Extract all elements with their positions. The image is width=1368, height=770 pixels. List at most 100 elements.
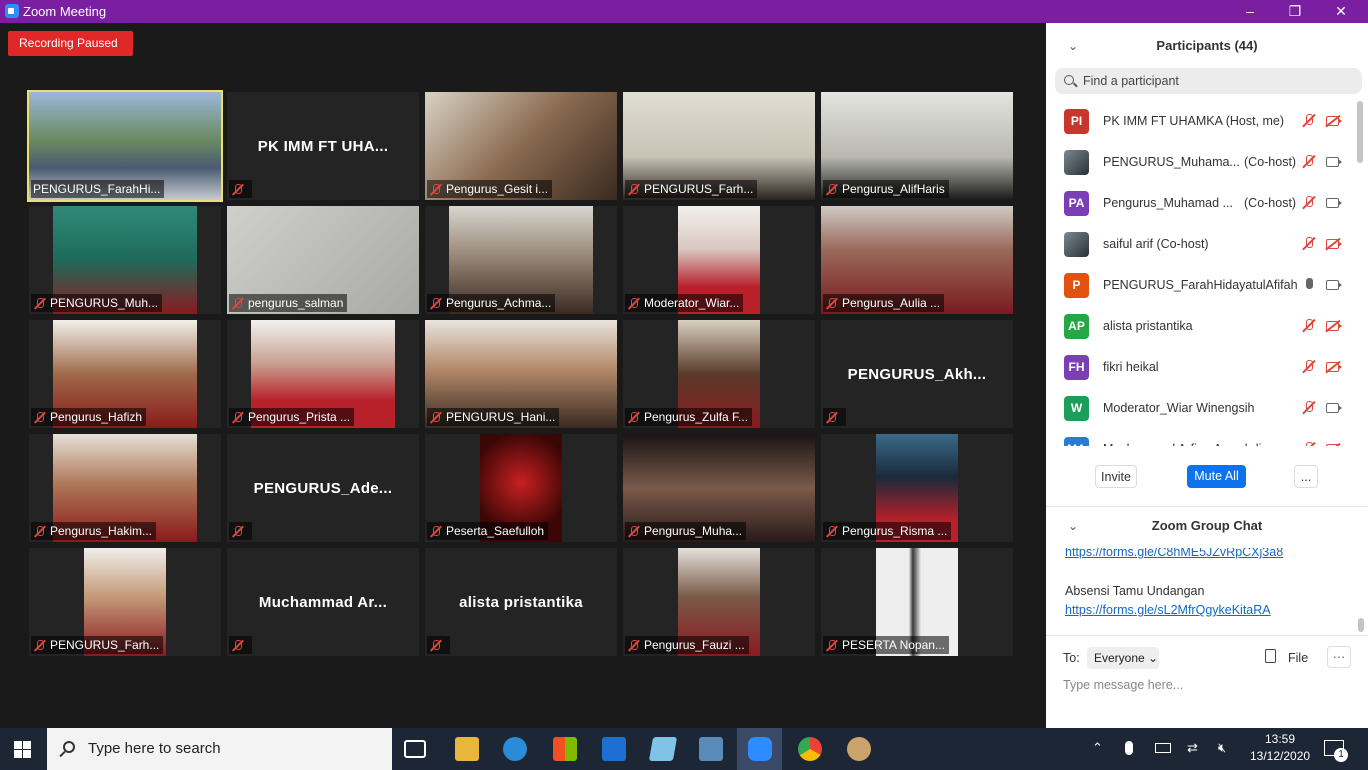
chevron-up-icon[interactable]: ⌃ <box>1092 740 1103 756</box>
participant-tile[interactable]: PENGURUS_Muh... <box>29 206 221 314</box>
muted-mic-icon[interactable] <box>1302 237 1316 252</box>
participant-tile[interactable]: Pengurus_Hakim... <box>29 434 221 542</box>
window-title: Zoom Meeting <box>23 4 107 19</box>
file-icon[interactable] <box>1265 649 1276 663</box>
chat-link[interactable]: https://forms.gle/C8hME5JZvRpCXj3a8 <box>1065 548 1283 559</box>
video-icon[interactable] <box>1326 280 1342 290</box>
paint-icon[interactable] <box>847 737 871 761</box>
participant-tile-label <box>823 408 846 426</box>
remote-desktop-icon[interactable] <box>699 737 723 761</box>
zoom-taskbar-button[interactable] <box>737 728 782 770</box>
microphone-icon[interactable] <box>1125 741 1133 755</box>
avatar: PA <box>1064 191 1089 216</box>
participant-tile[interactable]: Pengurus_Muha... <box>623 434 815 542</box>
network-icon[interactable]: ⇄ <box>1187 740 1198 756</box>
close-button[interactable]: ✕ <box>1318 0 1364 23</box>
participant-tile[interactable]: PENGURUS_Akh... <box>821 320 1013 428</box>
participant-tile[interactable]: Pengurus_Risma ... <box>821 434 1013 542</box>
volume-muted-icon[interactable]: 🔇︎ <box>1218 740 1226 756</box>
video-icon[interactable] <box>1326 403 1342 413</box>
participant-tile[interactable]: PENGURUS_Hani... <box>425 320 617 428</box>
taskbar-search-input[interactable]: Type here to search <box>47 728 392 770</box>
recipient-dropdown[interactable]: Everyone ⌄ <box>1087 647 1159 669</box>
video-off-icon[interactable] <box>1326 239 1342 249</box>
participant-row[interactable]: P PENGURUS_FarahHidayatulAfifah <box>1046 265 1358 306</box>
muted-mic-icon[interactable] <box>1302 360 1316 375</box>
participant-tile[interactable]: Pengurus_Zulfa F... <box>623 320 815 428</box>
muted-mic-icon[interactable] <box>1302 401 1316 416</box>
participant-tile[interactable]: PK IMM FT UHA... <box>227 92 419 200</box>
participant-tile[interactable]: Pengurus_AlifHaris <box>821 92 1013 200</box>
participant-tile[interactable]: Pengurus_Achma... <box>425 206 617 314</box>
participant-scrollbar[interactable] <box>1357 101 1363 163</box>
more-participant-options-button[interactable]: ... <box>1294 465 1318 488</box>
participant-tile[interactable]: Pengurus_Hafizh <box>29 320 221 428</box>
participant-tile[interactable]: Pengurus_Gesit i... <box>425 92 617 200</box>
video-off-icon[interactable] <box>1326 116 1342 126</box>
muted-mic-icon[interactable] <box>1302 319 1316 334</box>
chat-scrollbar[interactable] <box>1358 618 1364 632</box>
participant-tile[interactable]: Pengurus_Prista ... <box>227 320 419 428</box>
participant-tile[interactable]: PENGURUS_FarahHi... <box>27 90 223 202</box>
participant-row[interactable]: AP alista pristantika <box>1046 306 1358 347</box>
muted-mic-icon[interactable] <box>1302 155 1316 170</box>
app-icon[interactable] <box>648 737 678 761</box>
participant-tile-label: Pengurus_AlifHaris <box>823 180 949 198</box>
participant-tile[interactable]: Pengurus_Aulia ... <box>821 206 1013 314</box>
invite-button[interactable]: Invite <box>1095 465 1137 488</box>
clock-time[interactable]: 13:59 <box>1265 732 1295 746</box>
participant-row[interactable]: FH fikri heikal <box>1046 347 1358 388</box>
microphone-icon[interactable] <box>1302 278 1316 293</box>
restore-button[interactable]: ❐ <box>1272 0 1318 23</box>
participant-tile[interactable]: PENGURUS_Ade... <box>227 434 419 542</box>
file-button[interactable]: File <box>1288 651 1308 665</box>
mute-all-button[interactable]: Mute All <box>1187 465 1246 488</box>
muted-mic-icon[interactable] <box>1302 114 1316 129</box>
participant-tile[interactable]: PENGURUS_Farh... <box>623 92 815 200</box>
recording-paused-badge[interactable]: Recording Paused <box>8 31 133 56</box>
participant-row[interactable]: PI PK IMM FT UHAMKA (Host, me) <box>1046 101 1358 142</box>
participant-tile[interactable]: Muchammad Ar... <box>227 548 419 656</box>
task-view-icon[interactable] <box>404 740 426 758</box>
chrome-icon[interactable] <box>798 737 822 761</box>
mail-icon[interactable] <box>602 737 626 761</box>
participant-row[interactable]: saiful arif (Co-host) <box>1046 224 1358 265</box>
muted-mic-icon <box>825 639 838 652</box>
video-off-icon[interactable] <box>1326 362 1342 372</box>
battery-icon[interactable] <box>1155 743 1171 753</box>
participant-tile[interactable]: Pengurus_Fauzi ... <box>623 548 815 656</box>
participants-title: Participants (44) <box>1156 38 1258 53</box>
participant-row[interactable]: W Moderator_Wiar Winengsih <box>1046 388 1358 429</box>
participant-tile[interactable]: PENGURUS_Farh... <box>29 548 221 656</box>
participant-row[interactable]: MA Muchammad Arfian Az zuhdi <box>1046 429 1358 446</box>
participant-row[interactable]: PA Pengurus_Muhamad ... (Co-host) <box>1046 183 1358 224</box>
store-icon[interactable] <box>553 737 577 761</box>
edge-icon[interactable] <box>503 737 527 761</box>
file-explorer-icon[interactable] <box>455 737 479 761</box>
windows-start-icon[interactable] <box>14 741 32 758</box>
participant-tile[interactable]: Moderator_Wiar... <box>623 206 815 314</box>
participant-tile[interactable]: alista pristantika <box>425 548 617 656</box>
video-icon[interactable] <box>1326 157 1342 167</box>
muted-mic-icon[interactable] <box>1302 442 1316 446</box>
minimize-button[interactable]: – <box>1227 0 1273 23</box>
clock-date[interactable]: 13/12/2020 <box>1250 749 1310 763</box>
video-icon[interactable] <box>1326 198 1342 208</box>
participant-row[interactable]: PENGURUS_Muhama... (Co-host) <box>1046 142 1358 183</box>
participant-search-input[interactable]: Find a participant <box>1055 68 1362 94</box>
participant-name-display: PENGURUS_Akh... <box>847 365 987 383</box>
participant-tile-label: PESERTA Nopan... <box>823 636 949 654</box>
chat-input[interactable]: Type message here... <box>1063 678 1183 692</box>
participant-tile[interactable]: PESERTA Nopan... <box>821 548 1013 656</box>
video-off-icon[interactable] <box>1326 321 1342 331</box>
participant-name: Muchammad Arfian Az zuhdi <box>1103 442 1261 446</box>
muted-mic-icon[interactable] <box>1302 196 1316 211</box>
video-off-icon[interactable] <box>1326 444 1339 446</box>
participant-tile-label: Pengurus_Achma... <box>427 294 556 312</box>
participant-tile[interactable]: Peserta_Saefulloh <box>425 434 617 542</box>
chat-link[interactable]: https://forms.gle/sL2MfrQgykeKitaRA <box>1065 603 1271 617</box>
participant-tile[interactable]: pengurus_salman <box>227 206 419 314</box>
participant-tile-label <box>229 180 252 198</box>
chat-more-button[interactable]: ··· <box>1327 646 1351 668</box>
participant-tile-name: PENGURUS_FarahHi... <box>33 182 161 196</box>
